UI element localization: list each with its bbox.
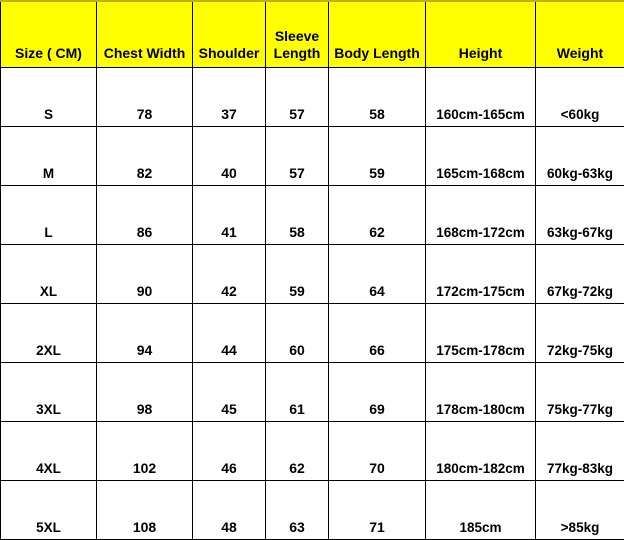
cell-weight: 72kg-75kg <box>536 304 624 363</box>
cell-height: 165cm-168cm <box>426 127 536 186</box>
cell-chest: 108 <box>97 481 193 540</box>
column-header-height: Height <box>426 2 536 68</box>
cell-shoulder: 46 <box>193 422 266 481</box>
cell-sleeve: 58 <box>266 186 329 245</box>
cell-height: 168cm-172cm <box>426 186 536 245</box>
cell-body: 62 <box>329 186 426 245</box>
cell-body: 66 <box>329 304 426 363</box>
cell-sleeve: 57 <box>266 68 329 127</box>
cell-chest: 98 <box>97 363 193 422</box>
cell-body: 70 <box>329 422 426 481</box>
cell-height: 185cm <box>426 481 536 540</box>
cell-height: 172cm-175cm <box>426 245 536 304</box>
cell-shoulder: 40 <box>193 127 266 186</box>
cell-size: XL <box>1 245 97 304</box>
cell-shoulder: 45 <box>193 363 266 422</box>
cell-chest: 102 <box>97 422 193 481</box>
cell-chest: 86 <box>97 186 193 245</box>
column-header-size: Size ( CM) <box>1 2 97 68</box>
cell-body: 58 <box>329 68 426 127</box>
cell-height: 180cm-182cm <box>426 422 536 481</box>
table-row: XL 90 42 59 64 172cm-175cm 67kg-72kg <box>1 245 624 304</box>
cell-sleeve: 62 <box>266 422 329 481</box>
cell-weight: 60kg-63kg <box>536 127 624 186</box>
cell-shoulder: 44 <box>193 304 266 363</box>
cell-size: 5XL <box>1 481 97 540</box>
table-header: Size ( CM) Chest Width Shoulder Sleeve L… <box>1 2 624 68</box>
column-header-sleeve: Sleeve Length <box>266 2 329 68</box>
cell-body: 71 <box>329 481 426 540</box>
table-row: M 82 40 57 59 165cm-168cm 60kg-63kg <box>1 127 624 186</box>
cell-weight: 75kg-77kg <box>536 363 624 422</box>
size-chart-table: Size ( CM) Chest Width Shoulder Sleeve L… <box>0 2 624 540</box>
header-row: Size ( CM) Chest Width Shoulder Sleeve L… <box>1 2 624 68</box>
cell-weight: 67kg-72kg <box>536 245 624 304</box>
cell-chest: 90 <box>97 245 193 304</box>
table-row: L 86 41 58 62 168cm-172cm 63kg-67kg <box>1 186 624 245</box>
cell-height: 175cm-178cm <box>426 304 536 363</box>
column-header-weight: Weight <box>536 2 624 68</box>
cell-size: 2XL <box>1 304 97 363</box>
table-row: 2XL 94 44 60 66 175cm-178cm 72kg-75kg <box>1 304 624 363</box>
cell-chest: 94 <box>97 304 193 363</box>
cell-height: 160cm-165cm <box>426 68 536 127</box>
cell-sleeve: 63 <box>266 481 329 540</box>
cell-weight: <60kg <box>536 68 624 127</box>
table-row: S 78 37 57 58 160cm-165cm <60kg <box>1 68 624 127</box>
cell-body: 69 <box>329 363 426 422</box>
cell-weight: 63kg-67kg <box>536 186 624 245</box>
cell-chest: 82 <box>97 127 193 186</box>
cell-size: S <box>1 68 97 127</box>
table-row: 4XL 102 46 62 70 180cm-182cm 77kg-83kg <box>1 422 624 481</box>
cell-shoulder: 48 <box>193 481 266 540</box>
cell-height: 178cm-180cm <box>426 363 536 422</box>
cell-sleeve: 60 <box>266 304 329 363</box>
cell-size: 4XL <box>1 422 97 481</box>
table-row: 5XL 108 48 63 71 185cm >85kg <box>1 481 624 540</box>
cell-shoulder: 41 <box>193 186 266 245</box>
cell-body: 59 <box>329 127 426 186</box>
cell-size: 3XL <box>1 363 97 422</box>
cell-size: L <box>1 186 97 245</box>
column-header-chest: Chest Width <box>97 2 193 68</box>
cell-shoulder: 42 <box>193 245 266 304</box>
cell-weight: 77kg-83kg <box>536 422 624 481</box>
column-header-shoulder: Shoulder <box>193 2 266 68</box>
cell-chest: 78 <box>97 68 193 127</box>
table-row: 3XL 98 45 61 69 178cm-180cm 75kg-77kg <box>1 363 624 422</box>
cell-weight: >85kg <box>536 481 624 540</box>
table-body: S 78 37 57 58 160cm-165cm <60kg M 82 40 … <box>1 68 624 540</box>
cell-sleeve: 61 <box>266 363 329 422</box>
cell-sleeve: 59 <box>266 245 329 304</box>
column-header-body: Body Length <box>329 2 426 68</box>
cell-body: 64 <box>329 245 426 304</box>
cell-shoulder: 37 <box>193 68 266 127</box>
cell-size: M <box>1 127 97 186</box>
cell-sleeve: 57 <box>266 127 329 186</box>
